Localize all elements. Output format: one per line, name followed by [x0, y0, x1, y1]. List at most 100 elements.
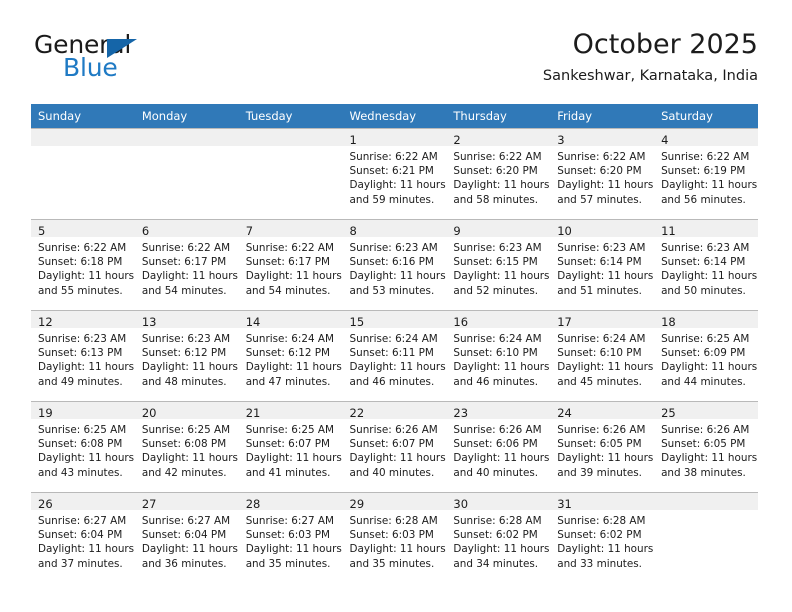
- day-number-strip: 20: [134, 402, 239, 420]
- day-number: 11: [661, 224, 676, 238]
- calendar-day-cell[interactable]: 27 Sunrise: 6:27 AM Sunset: 6:04 PM Dayligh…: [134, 492, 239, 583]
- daylight-text-line1: Daylight: 11 hours: [453, 543, 550, 556]
- sunrise-text: Sunrise: 6:22 AM: [349, 151, 438, 163]
- daylight-text-line1: Daylight: 11 hours: [453, 452, 550, 465]
- calendar-day-cell[interactable]: 13 Sunrise: 6:23 AM Sunset: 6:12 PM Dayligh…: [134, 310, 239, 402]
- day-details: Sunrise: 6:25 AM Sunset: 6:08 PM Daylight:…: [31, 419, 135, 480]
- day-number: 27: [141, 497, 157, 511]
- calendar-day-cell[interactable]: 17 Sunrise: 6:24 AM Sunset: 6:10 PM Dayligh…: [550, 310, 655, 402]
- daylight-text-line2: and 57 minutes.: [557, 193, 642, 206]
- sunrise-text: Sunrise: 6:22 AM: [38, 242, 127, 254]
- sunset-text: Sunset: 6:07 PM: [349, 438, 434, 451]
- logo-general-blue[interactable]: General Blue: [34, 28, 264, 88]
- day-details: Sunrise: 6:23 AM Sunset: 6:13 PM Daylight:…: [31, 328, 135, 389]
- day-number-strip: 21: [238, 402, 343, 420]
- daylight-text-line1: Daylight: 11 hours: [141, 361, 238, 374]
- calendar-day-cell[interactable]: 10 Sunrise: 6:23 AM Sunset: 6:14 PM Dayligh…: [550, 219, 655, 311]
- daylight-text-line1: Daylight: 11 hours: [661, 270, 758, 283]
- day-number-strip: [238, 129, 343, 146]
- calendar-day-cell[interactable]: 19 Sunrise: 6:25 AM Sunset: 6:08 PM Dayligh…: [31, 401, 135, 493]
- day-number: 15: [349, 315, 365, 329]
- daylight-text-line1: Daylight: 11 hours: [349, 361, 446, 374]
- calendar-day-cell[interactable]: 11 Sunrise: 6:23 AM Sunset: 6:14 PM Dayligh…: [654, 219, 758, 311]
- sunrise-text: Sunrise: 6:23 AM: [38, 333, 127, 345]
- calendar-day-cell[interactable]: 31 Sunrise: 6:28 AM Sunset: 6:02 PM Dayligh…: [550, 492, 655, 583]
- day-details: Sunrise: 6:22 AM Sunset: 6:18 PM Daylight:…: [31, 237, 135, 298]
- calendar-day-cell[interactable]: 30 Sunrise: 6:28 AM Sunset: 6:02 PM Dayligh…: [446, 492, 551, 583]
- day-details: Sunrise: 6:25 AM Sunset: 6:09 PM Daylight:…: [654, 328, 758, 389]
- day-details: Sunrise: 6:23 AM Sunset: 6:14 PM Daylight:…: [550, 237, 654, 298]
- calendar-day-cell[interactable]: 23 Sunrise: 6:26 AM Sunset: 6:06 PM Dayligh…: [446, 401, 551, 493]
- sunset-text: Sunset: 6:20 PM: [453, 165, 538, 178]
- calendar-day-cell-empty: [238, 128, 343, 220]
- sunset-text: Sunset: 6:17 PM: [141, 256, 227, 269]
- weekday-header-wednesday: Wednesday: [342, 104, 447, 129]
- day-number-strip: [31, 129, 135, 146]
- calendar-day-cell[interactable]: 6 Sunrise: 6:22 AM Sunset: 6:17 PM Daylight…: [134, 219, 239, 311]
- calendar-day-cell[interactable]: 29 Sunrise: 6:28 AM Sunset: 6:03 PM Dayligh…: [342, 492, 447, 583]
- day-details: Sunrise: 6:24 AM Sunset: 6:11 PM Daylight:…: [343, 328, 447, 389]
- calendar-day-cell[interactable]: 16 Sunrise: 6:24 AM Sunset: 6:10 PM Dayligh…: [446, 310, 551, 402]
- sunset-text: Sunset: 6:21 PM: [349, 165, 434, 178]
- day-number-strip: 2: [446, 129, 551, 147]
- calendar-day-cell[interactable]: 21 Sunrise: 6:25 AM Sunset: 6:07 PM Dayligh…: [238, 401, 343, 493]
- calendar-day-cell[interactable]: 1 Sunrise: 6:22 AM Sunset: 6:21 PM Daylight…: [342, 128, 447, 220]
- sunrise-text: Sunrise: 6:22 AM: [557, 151, 646, 163]
- day-details: Sunrise: 6:22 AM Sunset: 6:20 PM Daylight:…: [446, 146, 550, 207]
- calendar-day-cell[interactable]: 9 Sunrise: 6:23 AM Sunset: 6:15 PM Daylight…: [446, 219, 551, 311]
- sunrise-text: Sunrise: 6:23 AM: [453, 242, 542, 254]
- daylight-text-line2: and 34 minutes.: [453, 557, 539, 570]
- day-number: 23: [453, 406, 469, 420]
- daylight-text-line1: Daylight: 11 hours: [141, 543, 238, 556]
- calendar-day-cell[interactable]: 8 Sunrise: 6:23 AM Sunset: 6:16 PM Daylight…: [342, 219, 447, 311]
- day-details: Sunrise: 6:27 AM Sunset: 6:04 PM Daylight:…: [31, 510, 135, 571]
- calendar-day-cell[interactable]: 28 Sunrise: 6:27 AM Sunset: 6:03 PM Dayligh…: [238, 492, 343, 583]
- day-number: 28: [245, 497, 261, 511]
- calendar-day-cell[interactable]: 7 Sunrise: 6:22 AM Sunset: 6:17 PM Daylight…: [238, 219, 343, 311]
- day-number: 30: [453, 497, 469, 511]
- calendar-day-cell[interactable]: 24 Sunrise: 6:26 AM Sunset: 6:05 PM Dayligh…: [550, 401, 655, 493]
- day-details: Sunrise: 6:22 AM Sunset: 6:21 PM Daylight:…: [343, 146, 447, 207]
- day-number-strip: 19: [31, 402, 135, 420]
- daylight-text-line1: Daylight: 11 hours: [245, 270, 342, 283]
- daylight-text-line2: and 48 minutes.: [141, 375, 227, 388]
- daylight-text-line1: Daylight: 11 hours: [661, 179, 758, 192]
- day-number: 2: [453, 133, 461, 147]
- sunset-text: Sunset: 6:03 PM: [245, 529, 331, 542]
- day-details: Sunrise: 6:22 AM Sunset: 6:17 PM Daylight:…: [135, 237, 239, 298]
- daylight-text-line2: and 39 minutes.: [557, 466, 642, 479]
- calendar-day-cell[interactable]: 2 Sunrise: 6:22 AM Sunset: 6:20 PM Daylight…: [446, 128, 551, 220]
- daylight-text-line2: and 36 minutes.: [141, 557, 227, 570]
- calendar-day-cell[interactable]: 12 Sunrise: 6:23 AM Sunset: 6:13 PM Dayligh…: [31, 310, 135, 402]
- day-number-strip: 17: [550, 311, 655, 329]
- daylight-text-line2: and 40 minutes.: [453, 466, 539, 479]
- sunset-text: Sunset: 6:04 PM: [141, 529, 227, 542]
- calendar-day-cell[interactable]: 18 Sunrise: 6:25 AM Sunset: 6:09 PM Dayligh…: [654, 310, 758, 402]
- daylight-text-line2: and 35 minutes.: [349, 557, 435, 570]
- day-details: Sunrise: 6:26 AM Sunset: 6:05 PM Daylight:…: [654, 419, 758, 480]
- calendar-day-cell[interactable]: 3 Sunrise: 6:22 AM Sunset: 6:20 PM Daylight…: [550, 128, 655, 220]
- day-number-strip: 7: [238, 220, 343, 238]
- calendar-day-cell[interactable]: 4 Sunrise: 6:22 AM Sunset: 6:19 PM Daylight…: [654, 128, 758, 220]
- calendar-day-cell[interactable]: 5 Sunrise: 6:22 AM Sunset: 6:18 PM Daylight…: [31, 219, 135, 311]
- day-number: 19: [38, 406, 53, 420]
- sunset-text: Sunset: 6:16 PM: [349, 256, 434, 269]
- calendar-day-cell[interactable]: 15 Sunrise: 6:24 AM Sunset: 6:11 PM Dayligh…: [342, 310, 447, 402]
- daylight-text-line2: and 58 minutes.: [453, 193, 539, 206]
- daylight-text-line1: Daylight: 11 hours: [349, 543, 446, 556]
- calendar-day-cell[interactable]: 25 Sunrise: 6:26 AM Sunset: 6:05 PM Dayligh…: [654, 401, 758, 493]
- day-details: Sunrise: 6:27 AM Sunset: 6:04 PM Daylight:…: [135, 510, 239, 571]
- sunset-text: Sunset: 6:15 PM: [453, 256, 538, 269]
- daylight-text-line2: and 55 minutes.: [38, 284, 123, 297]
- day-number-strip: 25: [654, 402, 758, 420]
- calendar-day-cell[interactable]: 22 Sunrise: 6:26 AM Sunset: 6:07 PM Dayligh…: [342, 401, 447, 493]
- calendar-day-cell[interactable]: 14 Sunrise: 6:24 AM Sunset: 6:12 PM Dayligh…: [238, 310, 343, 402]
- sunset-text: Sunset: 6:04 PM: [38, 529, 123, 542]
- calendar-day-cell[interactable]: 26 Sunrise: 6:27 AM Sunset: 6:04 PM Dayligh…: [31, 492, 135, 583]
- day-number: 6: [141, 224, 150, 238]
- calendar-day-cell[interactable]: 20 Sunrise: 6:25 AM Sunset: 6:08 PM Dayligh…: [134, 401, 239, 493]
- day-number: 12: [38, 315, 53, 329]
- daylight-text-line1: Daylight: 11 hours: [453, 179, 550, 192]
- daylight-text-line1: Daylight: 11 hours: [349, 270, 446, 283]
- calendar-week-row: 12 Sunrise: 6:23 AM Sunset: 6:13 PM Dayligh…: [31, 310, 758, 402]
